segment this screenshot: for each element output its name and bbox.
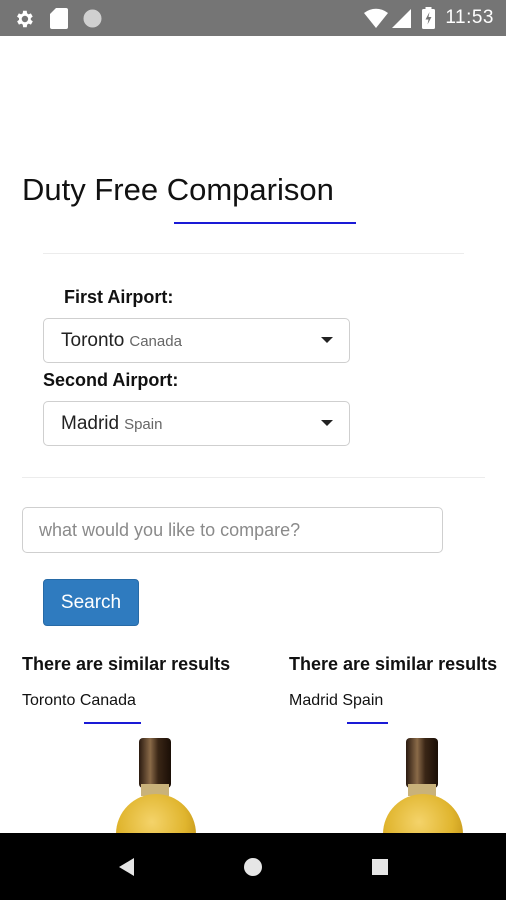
divider bbox=[22, 477, 485, 478]
navigation-bar bbox=[0, 833, 506, 900]
result-underline bbox=[347, 722, 388, 724]
caret-down-icon bbox=[321, 337, 333, 343]
recents-icon[interactable] bbox=[370, 857, 390, 877]
circle-icon bbox=[83, 9, 102, 28]
result-heading: There are similar results bbox=[289, 654, 498, 674]
first-airport-value: Toronto Canada bbox=[61, 330, 182, 352]
result-location: Toronto Canada bbox=[22, 692, 136, 709]
gear-icon bbox=[17, 10, 33, 28]
second-airport-label: Second Airport: bbox=[43, 370, 179, 390]
first-airport-city: Toronto bbox=[61, 330, 125, 351]
home-icon[interactable] bbox=[242, 856, 264, 878]
sd-card-icon bbox=[50, 8, 68, 29]
caret-down-icon bbox=[321, 420, 333, 426]
status-bar: 11:53 bbox=[0, 0, 506, 36]
second-airport-country: Spain bbox=[124, 416, 163, 433]
status-time: 11:53 bbox=[445, 7, 494, 28]
back-icon[interactable] bbox=[116, 856, 138, 878]
second-airport-select[interactable]: Madrid Spain bbox=[43, 401, 350, 446]
search-input[interactable] bbox=[22, 507, 443, 553]
search-button[interactable]: Search bbox=[43, 579, 139, 626]
battery-icon bbox=[422, 7, 435, 29]
page-title: Duty Free Comparison bbox=[22, 172, 334, 207]
signal-icon bbox=[392, 9, 411, 28]
divider bbox=[43, 253, 464, 254]
result-heading: There are similar results bbox=[22, 654, 231, 674]
perfume-bottle-image[interactable] bbox=[381, 736, 465, 834]
screen: 11:53 Duty Free Comparison First Airport… bbox=[0, 0, 506, 900]
first-airport-label: First Airport: bbox=[64, 287, 174, 307]
result-location: Madrid Spain bbox=[289, 692, 384, 709]
title-underline bbox=[174, 222, 356, 224]
second-airport-city: Madrid bbox=[61, 413, 120, 434]
perfume-bottle-image[interactable] bbox=[114, 736, 198, 834]
wifi-icon bbox=[364, 8, 388, 28]
first-airport-country: Canada bbox=[129, 333, 182, 350]
second-airport-value: Madrid Spain bbox=[61, 413, 162, 435]
first-airport-select[interactable]: Toronto Canada bbox=[43, 318, 350, 363]
result-underline bbox=[84, 722, 141, 724]
